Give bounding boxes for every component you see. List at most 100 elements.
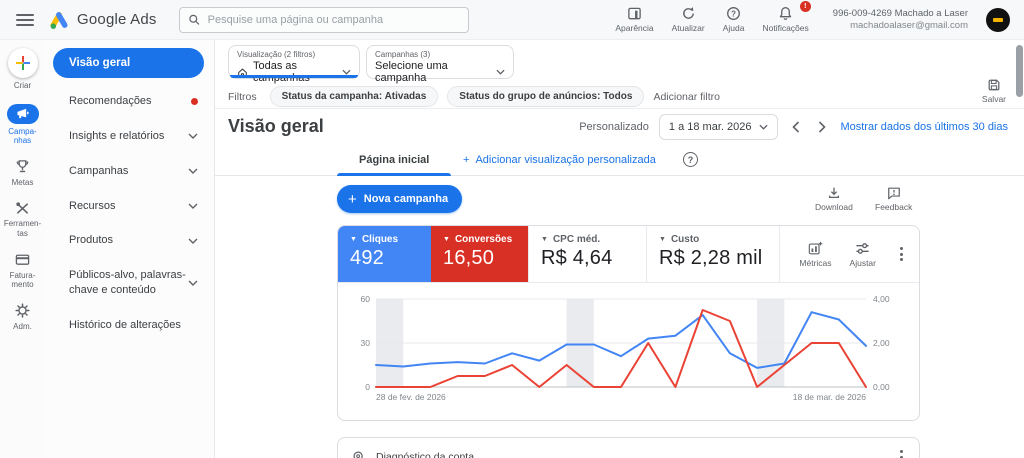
page-title: Visão geral (228, 116, 324, 136)
metrics-button-label: Métricas (799, 257, 832, 268)
previous-period-button[interactable] (788, 120, 804, 133)
feedback-button[interactable]: Feedback (875, 186, 912, 212)
adjust-button[interactable]: Ajustar (850, 241, 876, 268)
rail-label-create: Criar (13, 81, 32, 90)
rail-item-tools[interactable]: Ferramen- tas (4, 200, 41, 238)
notifications-label: Notificações (762, 23, 809, 33)
metrics-chart-icon (808, 241, 823, 254)
svg-text:30: 30 (361, 338, 371, 348)
rail-item-admin[interactable]: Adm. (13, 303, 32, 332)
download-label: Download (815, 202, 853, 212)
sidebar-item-recommendations[interactable]: Recomendações (53, 84, 204, 119)
svg-text:2,00: 2,00 (873, 338, 890, 348)
diagnostics-menu-kebab-icon[interactable] (894, 446, 909, 458)
save-icon (988, 79, 1000, 91)
metric-card-conversions[interactable]: ▼ Conversões 16,50 (431, 226, 528, 282)
card-menu-kebab-icon[interactable] (894, 243, 909, 265)
metrics-button[interactable]: Métricas (799, 241, 832, 268)
active-selector-indicator (230, 75, 358, 78)
sidebar-item-overview[interactable]: Visão geral (53, 48, 204, 78)
main-content: Visualização (2 filtros) Todas as campan… (215, 40, 1024, 458)
notification-badge: ! (799, 1, 811, 12)
gear-icon (15, 303, 30, 319)
google-ads-logo: Google Ads (48, 9, 157, 31)
sidebar-insights-label: Insights e relatórios (69, 129, 165, 142)
campaign-selector-label: Campanhas (3) (375, 50, 431, 59)
help-icon: ? (727, 7, 741, 20)
chevron-down-icon (188, 133, 198, 140)
sidebar-item-products[interactable]: Produtos (53, 223, 204, 258)
rail-item-create[interactable]: Criar (7, 48, 38, 91)
save-label: Salvar (981, 94, 1006, 104)
sidebar-item-insights[interactable]: Insights e relatórios (53, 119, 204, 154)
refresh-button[interactable]: Atualizar (672, 6, 705, 33)
account-id: 996-009-4269 Machado a Laser (832, 7, 968, 19)
metric-conversions-value: 16,50 (443, 247, 495, 269)
refresh-icon (682, 7, 694, 19)
sidebar-item-audiences[interactable]: Públicos-alvo, palavras-chave e conteúdo (53, 258, 204, 308)
filters-label: Filtros (228, 90, 257, 103)
sidebar-recommendations-label: Recomendações (69, 95, 152, 107)
tabs-help-icon[interactable]: ? (683, 152, 698, 167)
appearance-button[interactable]: Aparência (615, 6, 654, 33)
appearance-icon (628, 7, 641, 20)
rail-label-admin: Adm. (13, 321, 32, 331)
rail-item-billing[interactable]: Fatura- mento (10, 252, 35, 290)
date-range-mode-label: Personalizado (579, 120, 649, 133)
campaign-selector-dropdown[interactable]: Campanhas (3) Selecione uma campanha (366, 45, 514, 84)
account-info[interactable]: 996-009-4269 Machado a Laser machadoalas… (833, 8, 968, 32)
save-button[interactable]: Salvar (982, 78, 1006, 104)
rail-label-goals: Metas (11, 177, 34, 187)
add-custom-view-button[interactable]: + Adicionar visualização personalizada (463, 144, 656, 176)
product-name: Google Ads (77, 11, 157, 28)
chevron-down-icon (496, 69, 505, 75)
sidebar-item-resources[interactable]: Recursos (53, 189, 204, 224)
metric-card-clicks[interactable]: ▼ Cliques 492 (338, 226, 431, 282)
account-email: machadoalaser@gmail.com (850, 19, 968, 31)
next-period-button[interactable] (814, 120, 830, 133)
date-range-value: 1 a 18 mar. 2026 (668, 120, 752, 133)
sidebar-item-change-history[interactable]: Histórico de alterações (53, 308, 204, 343)
recommendations-alert-dot (191, 97, 198, 105)
trophy-icon (15, 159, 30, 175)
date-range-picker[interactable]: 1 a 18 mar. 2026 (658, 113, 779, 140)
metric-card-cost[interactable]: ▼ Custo R$ 2,28 mil (646, 226, 779, 282)
vertical-scrollbar[interactable] (1016, 45, 1023, 97)
tools-icon (15, 200, 30, 216)
tab-home-label: Página inicial (359, 154, 430, 166)
adjust-button-label: Ajustar (849, 257, 876, 268)
sidebar-change-history-label: Histórico de alterações (69, 318, 181, 331)
notifications-button[interactable]: ! Notificações (762, 1, 811, 33)
chevron-down-icon (188, 203, 198, 209)
metric-cpc-label: CPC méd. (552, 234, 601, 245)
create-plus-icon (7, 48, 38, 78)
rail-item-campaigns[interactable]: Campa- nhas (6, 103, 39, 146)
rail-label-tools: Ferramen- tas (3, 219, 42, 238)
filter-chip-campaign-status[interactable]: Status da campanha: Ativadas (269, 86, 439, 107)
metric-cost-label: Custo (670, 234, 700, 245)
menu-icon[interactable] (16, 13, 34, 26)
add-filter-button[interactable]: Adicionar filtro (653, 91, 720, 103)
sidebar-campaigns-label: Campanhas (69, 164, 129, 177)
tab-home[interactable]: Página inicial (337, 144, 452, 176)
icon-rail: Criar Campa- nhas Metas Ferramen- tas Fa… (0, 40, 45, 458)
tabs-bar: Página inicial + Adicionar visualização … (215, 144, 1024, 176)
filter-chip-adgroup-status[interactable]: Status do grupo de anúncios: Todos (447, 86, 645, 107)
sidebar-audiences-label: Públicos-alvo, palavras-chave e conteúdo (69, 269, 186, 297)
help-button[interactable]: ? Ajuda (723, 6, 744, 33)
metric-card-avg-cpc[interactable]: ▼ CPC méd. R$ 4,64 (528, 226, 646, 282)
account-diagnostics-card[interactable]: Diagnóstico da conta (337, 437, 920, 458)
svg-text:28 de fev. de 2026: 28 de fev. de 2026 (376, 392, 446, 402)
refresh-label: Atualizar (671, 23, 705, 33)
sidebar-item-campaigns[interactable]: Campanhas (53, 154, 204, 189)
rail-item-goals[interactable]: Metas (11, 159, 34, 188)
search-input[interactable] (207, 13, 460, 26)
chevron-down-icon (188, 280, 198, 287)
credit-card-icon (15, 252, 30, 268)
download-button[interactable]: Download (815, 186, 853, 212)
avatar[interactable] (986, 7, 1010, 32)
show-last-30-days-link[interactable]: Mostrar dados dos últimos 30 dias (840, 121, 1008, 133)
global-search[interactable] (178, 6, 469, 33)
view-selector-dropdown[interactable]: Visualização (2 filtros) Todas as campan… (228, 45, 360, 84)
new-campaign-button[interactable]: + Nova campanha (337, 185, 463, 213)
